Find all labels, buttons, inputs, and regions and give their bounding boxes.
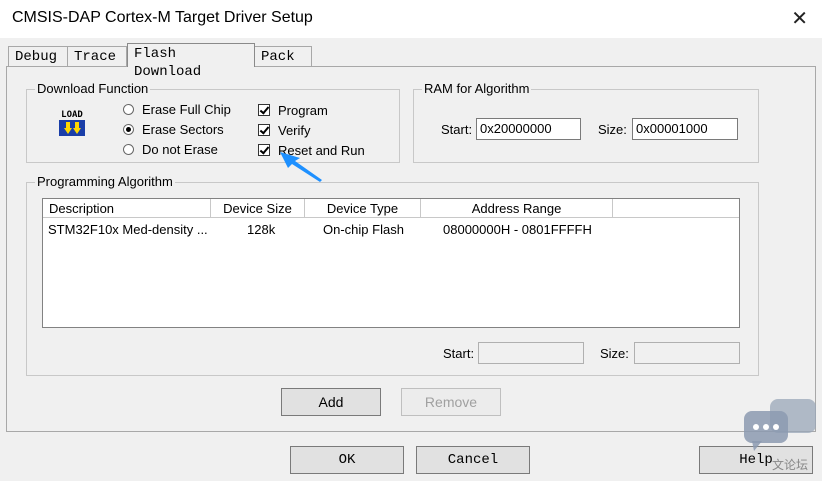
tab-label: Debug [15, 49, 58, 65]
erase-sectors-label: Erase Sectors [142, 122, 224, 137]
watermark-text: 文论坛 [772, 458, 809, 472]
tab-flash-download[interactable]: Flash Download [127, 43, 255, 80]
group-legend: RAM for Algorithm [422, 81, 532, 96]
erase-full-chip-label: Erase Full Chip [142, 102, 231, 117]
row-device-type: On-chip Flash [323, 222, 404, 237]
column-header-device-size[interactable]: Device Size [211, 199, 305, 218]
load-icon: LOAD [56, 106, 88, 138]
ram-start-input[interactable]: 0x20000000 [476, 118, 581, 140]
cancel-button[interactable]: Cancel [416, 446, 530, 474]
window-title: CMSIS-DAP Cortex-M Target Driver Setup [12, 9, 313, 26]
column-header-description[interactable]: Description [43, 199, 211, 218]
ram-size-label: Size: [598, 122, 627, 137]
column-header-device-type[interactable]: Device Type [305, 199, 421, 218]
row-description: STM32F10x Med-density ... [48, 222, 208, 237]
chat-bubble-watermark-icon [744, 399, 816, 451]
algorithm-start-input[interactable] [478, 342, 584, 364]
column-header-filler [613, 199, 739, 218]
algorithm-size-input[interactable] [634, 342, 740, 364]
ram-start-label: Start: [441, 122, 473, 137]
group-legend: Programming Algorithm [35, 174, 175, 189]
group-legend: Download Function [35, 81, 151, 96]
algorithm-list[interactable]: Description Device Size Device Type Addr… [42, 198, 740, 328]
tab-label: Pack [261, 49, 295, 65]
tab-debug[interactable]: Debug [8, 46, 68, 66]
verify-checkbox[interactable] [258, 124, 270, 136]
svg-text:LOAD: LOAD [61, 110, 83, 120]
program-checkbox[interactable] [258, 104, 270, 116]
ok-button[interactable]: OK [290, 446, 404, 474]
tab-label: Trace [74, 49, 117, 65]
annotation-arrow-icon [280, 152, 322, 182]
reset-and-run-checkbox[interactable] [258, 144, 270, 156]
row-device-size: 128k [247, 222, 276, 237]
tab-trace[interactable]: Trace [67, 46, 127, 66]
program-label: Program [278, 103, 328, 118]
ram-size-input[interactable]: 0x00001000 [632, 118, 738, 140]
algorithm-start-label: Start: [443, 346, 475, 361]
do-not-erase-radio[interactable] [123, 144, 134, 155]
row-address-range: 08000000H - 0801FFFFH [443, 222, 592, 237]
algorithm-size-label: Size: [600, 346, 629, 361]
erase-sectors-radio[interactable] [123, 124, 134, 135]
remove-button[interactable]: Remove [401, 388, 501, 416]
do-not-erase-label: Do not Erase [142, 142, 218, 157]
close-icon[interactable]: ✕ [791, 6, 808, 31]
add-button[interactable]: Add [281, 388, 381, 416]
erase-full-chip-radio[interactable] [123, 104, 134, 115]
tab-label: Flash Download [134, 46, 202, 80]
verify-label: Verify [278, 123, 311, 138]
column-header-address-range[interactable]: Address Range [421, 199, 613, 218]
tab-pack[interactable]: Pack [254, 46, 312, 66]
